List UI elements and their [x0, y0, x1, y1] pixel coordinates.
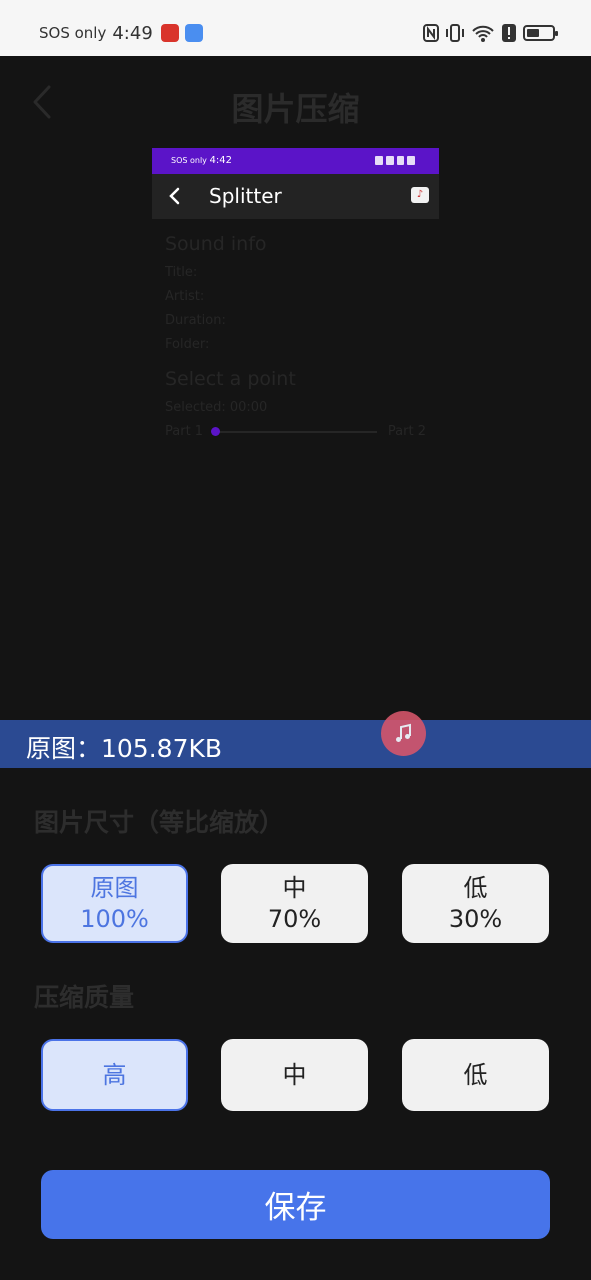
- size-option-percent: 70%: [267, 904, 322, 933]
- size-option-percent: 30%: [448, 904, 503, 933]
- size-option-name: 中: [282, 873, 307, 902]
- status-right: [423, 22, 558, 44]
- size-option-medium[interactable]: 中 70%: [221, 864, 368, 943]
- preview-status-bar: SOS only 4:42: [152, 148, 439, 174]
- clock: 4:49: [112, 22, 153, 44]
- preview-back-icon: [169, 187, 180, 205]
- preview-slider: [211, 427, 377, 436]
- vibrate-icon: [446, 24, 464, 42]
- quality-option-medium[interactable]: 中: [221, 1039, 368, 1111]
- size-option-percent: 100%: [80, 904, 149, 933]
- preview-field-duration: Duration:: [165, 313, 226, 328]
- size-option-name: 原图: [90, 873, 139, 902]
- quality-option-low[interactable]: 低: [402, 1039, 549, 1111]
- preview-select-point-heading: Select a point: [165, 368, 296, 390]
- size-option-name: 低: [463, 873, 488, 902]
- preview-carrier: SOS only: [171, 156, 207, 165]
- preview-body: Sound info Title: Artist: Duration: Fold…: [152, 219, 439, 443]
- preview-clock: 4:42: [209, 155, 232, 166]
- battery-icon: [523, 25, 558, 41]
- preview-field-title: Title:: [165, 265, 198, 280]
- notification-app-icon: [184, 24, 203, 42]
- original-size-bar: 原图：105.87KB: [0, 720, 591, 768]
- size-section-title: 图片尺寸（等比缩放）: [34, 808, 285, 837]
- preview-field-artist: Artist:: [165, 289, 205, 304]
- quality-option-label: 高: [102, 1060, 127, 1089]
- music-add-icon: [395, 723, 411, 742]
- preview-part1-label: Part 1: [165, 424, 204, 439]
- preview-sound-info-heading: Sound info: [165, 233, 267, 255]
- image-preview: SOS only 4:42 Splitter ♪ Sound info Titl…: [152, 148, 439, 443]
- carrier-label: SOS only: [39, 24, 107, 42]
- quality-option-high[interactable]: 高: [41, 1039, 188, 1111]
- signal-alert-icon: [502, 24, 516, 42]
- save-button-label: 保存: [264, 1190, 327, 1226]
- preview-status-icons: [375, 156, 415, 165]
- preview-field-folder: Folder:: [165, 337, 210, 352]
- music-folder-icon: ♪: [411, 187, 429, 203]
- notification-app-icon: [160, 24, 179, 42]
- preview-slider-thumb: [211, 427, 220, 436]
- quality-option-label: 低: [463, 1060, 488, 1089]
- quality-section-title: 压缩质量: [34, 983, 135, 1012]
- quality-option-label: 中: [282, 1060, 307, 1089]
- size-option-low[interactable]: 低 30%: [402, 864, 549, 943]
- status-bar: SOS only 4:49: [0, 0, 591, 56]
- nfc-icon: [423, 24, 439, 42]
- original-size-label: 原图：105.87KB: [26, 734, 223, 763]
- status-left: SOS only 4:49: [39, 20, 203, 46]
- size-option-original[interactable]: 原图 100%: [41, 864, 188, 943]
- preview-part2-label: Part 2: [387, 424, 426, 439]
- preview-title: Splitter: [209, 184, 282, 208]
- page-title: 图片压缩: [231, 90, 360, 128]
- preview-selected-label: Selected: 00:00: [165, 400, 268, 415]
- wifi-icon: [472, 25, 494, 42]
- save-button[interactable]: 保存: [41, 1170, 550, 1239]
- floating-music-button[interactable]: [381, 711, 426, 756]
- preview-toolbar: Splitter ♪: [152, 174, 439, 219]
